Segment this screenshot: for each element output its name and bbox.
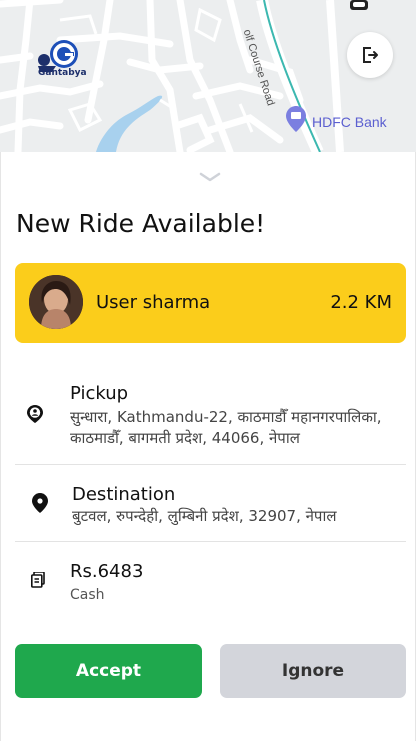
logout-button[interactable] — [347, 32, 393, 78]
pickup-label: Pickup — [70, 383, 129, 404]
destination-address: बुटवल, रुपन्देही, लुम्बिनी प्रदेश, 32907… — [72, 507, 337, 525]
pickup-row: Pickup सुन्धारा, Kathmandu-22, काठमाडौँ … — [15, 380, 406, 452]
chevron-down-icon[interactable] — [198, 170, 222, 184]
divider — [15, 464, 406, 465]
logout-icon — [363, 47, 378, 63]
payment-method: Cash — [70, 587, 105, 603]
rider-card: User sharma 2.2 KM — [15, 263, 406, 343]
page-title: New Ride Available! — [16, 209, 266, 238]
destination-row: Destination बुटवल, रुपन्देही, लुम्बिनी प… — [15, 480, 406, 530]
poi-label[interactable]: HDFC Bank — [312, 114, 387, 130]
destination-label: Destination — [72, 484, 176, 505]
pickup-address-line2: काठमाडौँ, बागमती प्रदेश, 44066, नेपाल — [70, 429, 300, 447]
map-view[interactable]: Gantabya olf Course Road HDFC Bank — [0, 0, 416, 152]
pickup-address-line1: सुन्धारा, Kathmandu-22, काठमाडौँ महानगरप… — [70, 408, 382, 426]
bank-pin-icon[interactable] — [286, 106, 306, 132]
gantabya-logo — [38, 40, 78, 72]
ignore-button[interactable]: Ignore — [220, 644, 406, 698]
money-icon — [31, 572, 45, 588]
ride-request-sheet: New Ride Available! User sharma 2.2 KM P… — [0, 152, 416, 741]
map-pin-icon — [32, 493, 48, 513]
ride-distance: 2.2 KM — [330, 292, 392, 313]
brand-name: Gantabya — [38, 68, 87, 78]
accept-button[interactable]: Accept — [15, 644, 202, 698]
fare-row: Rs.6483 Cash — [15, 557, 406, 607]
avatar — [29, 275, 83, 329]
divider — [15, 541, 406, 542]
location-person-icon — [27, 405, 43, 423]
fare-amount: Rs.6483 — [70, 561, 144, 582]
rider-name: User sharma — [96, 292, 211, 313]
